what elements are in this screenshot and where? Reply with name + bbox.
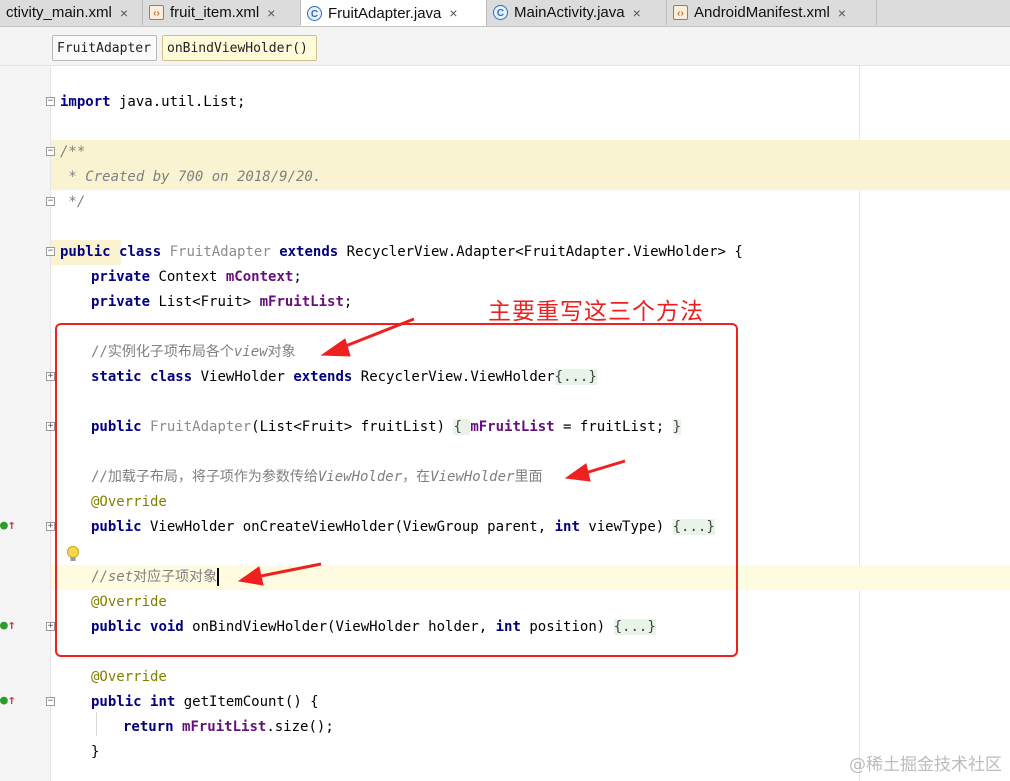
fold-marker-icon[interactable]: − bbox=[46, 247, 55, 256]
code-line-close-brace: } bbox=[91, 744, 100, 760]
tab-fruit-adapter-java[interactable]: C FruitAdapter.java × bbox=[301, 0, 487, 26]
code-line-doc-close: */ bbox=[60, 194, 86, 210]
xml-file-icon: ‹› bbox=[149, 5, 164, 20]
annotation-note: 主要重写这三个方法 bbox=[488, 299, 704, 325]
override-method-icon[interactable]: ●↑ bbox=[0, 618, 16, 633]
expand-marker-icon[interactable]: + bbox=[46, 372, 55, 381]
breadcrumb-class[interactable]: FruitAdapter bbox=[52, 35, 157, 61]
code-line-doc-open: /** bbox=[60, 144, 86, 160]
override-method-icon[interactable]: ●↑ bbox=[0, 518, 16, 533]
override-method-icon[interactable]: ●↑ bbox=[0, 693, 16, 708]
expand-marker-icon[interactable]: + bbox=[46, 622, 55, 631]
close-icon[interactable]: × bbox=[633, 5, 641, 21]
breadcrumb: FruitAdapter onBindViewHolder() bbox=[0, 27, 1010, 66]
tab-label: fruit_item.xml bbox=[170, 4, 260, 21]
tab-main-activity-java[interactable]: C MainActivity.java × bbox=[487, 0, 667, 25]
annotation-red-box bbox=[55, 323, 738, 657]
code-line-list-field: private List<Fruit> mFruitList; bbox=[91, 294, 353, 310]
class-file-icon: C bbox=[493, 5, 508, 20]
code-line-override: @Override bbox=[91, 669, 167, 685]
tab-label: ctivity_main.xml bbox=[6, 4, 112, 21]
fold-marker-icon[interactable]: − bbox=[46, 197, 55, 206]
close-icon[interactable]: × bbox=[267, 5, 275, 21]
close-icon[interactable]: × bbox=[838, 5, 846, 21]
code-line-context-field: private Context mContext; bbox=[91, 269, 302, 285]
close-icon[interactable]: × bbox=[120, 5, 128, 21]
tab-label: MainActivity.java bbox=[514, 4, 625, 21]
editor-tab-bar: ctivity_main.xml × ‹› fruit_item.xml × C… bbox=[0, 0, 1010, 27]
expand-marker-icon[interactable]: + bbox=[46, 522, 55, 531]
fold-marker-icon[interactable]: − bbox=[46, 697, 55, 706]
close-icon[interactable]: × bbox=[449, 5, 457, 21]
code-line-return: return mFruitList.size(); bbox=[123, 719, 334, 735]
tab-android-manifest-xml[interactable]: ‹› AndroidManifest.xml × bbox=[667, 0, 877, 25]
code-line-import: import java.util.List; bbox=[60, 94, 246, 110]
tab-activity-main-xml[interactable]: ctivity_main.xml × bbox=[0, 0, 143, 25]
tab-label: FruitAdapter.java bbox=[328, 4, 442, 22]
fold-marker-icon[interactable]: − bbox=[46, 147, 55, 156]
code-line-get-item-count: public int getItemCount() { bbox=[91, 694, 319, 710]
manifest-file-icon: ‹› bbox=[673, 5, 688, 20]
tab-label: AndroidManifest.xml bbox=[694, 4, 830, 21]
editor-gutter bbox=[0, 66, 51, 781]
watermark: @稀土掘金技术社区 bbox=[849, 755, 1002, 775]
code-line-class-decl: public class FruitAdapter extends Recycl… bbox=[60, 244, 743, 260]
expand-marker-icon[interactable]: + bbox=[46, 422, 55, 431]
tab-fruit-item-xml[interactable]: ‹› fruit_item.xml × bbox=[143, 0, 301, 25]
breadcrumb-method[interactable]: onBindViewHolder() bbox=[162, 35, 317, 61]
indent-guide bbox=[96, 712, 97, 736]
fold-marker-icon[interactable]: − bbox=[46, 97, 55, 106]
code-line-doc-text: * Created by 700 on 2018/9/20. bbox=[60, 169, 322, 185]
class-file-icon: C bbox=[307, 5, 322, 21]
